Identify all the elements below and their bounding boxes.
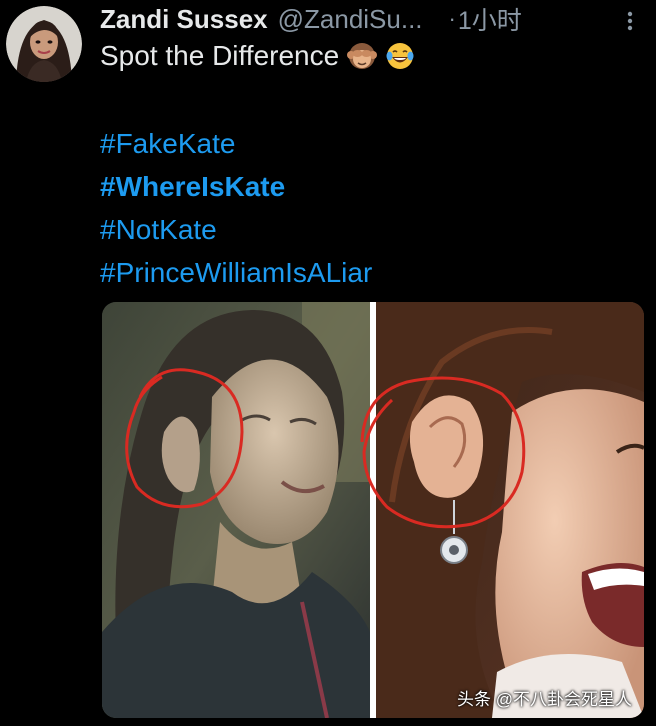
user-handle[interactable]: @ZandiSu... (278, 4, 423, 35)
avatar-image (6, 6, 82, 82)
photo-divider (370, 302, 376, 718)
right-photo (360, 302, 644, 718)
tweet-media[interactable]: 头条 @不八卦会死星人 (102, 302, 644, 718)
separator-dot: · (448, 6, 456, 31)
tweet-text-line: Spot the Difference (100, 40, 415, 72)
tweet-header: Zandi Sussex @ZandiSu... · 1小时 (100, 2, 656, 36)
tweet-text: Spot the Difference (100, 40, 340, 71)
hashtag-link[interactable]: #NotKate (100, 208, 372, 251)
avatar[interactable] (6, 6, 82, 82)
hashtag-link[interactable]: #FakeKate (100, 122, 372, 165)
more-vertical-icon[interactable] (618, 6, 642, 36)
hashtag-list: #FakeKate #WhereIsKate #NotKate #PrinceW… (100, 122, 372, 294)
timestamp[interactable]: 1小时 (458, 1, 522, 37)
see-no-evil-monkey-icon (347, 41, 378, 71)
watermark: 头条 @不八卦会死星人 (457, 690, 632, 709)
display-name[interactable]: Zandi Sussex (100, 4, 268, 35)
left-photo (102, 302, 370, 718)
comparison-photo (102, 302, 644, 718)
hashtag-link[interactable]: #WhereIsKate (100, 165, 372, 208)
hashtag-link[interactable]: #PrinceWilliamIsALiar (100, 251, 372, 294)
tears-of-joy-icon (385, 41, 415, 71)
